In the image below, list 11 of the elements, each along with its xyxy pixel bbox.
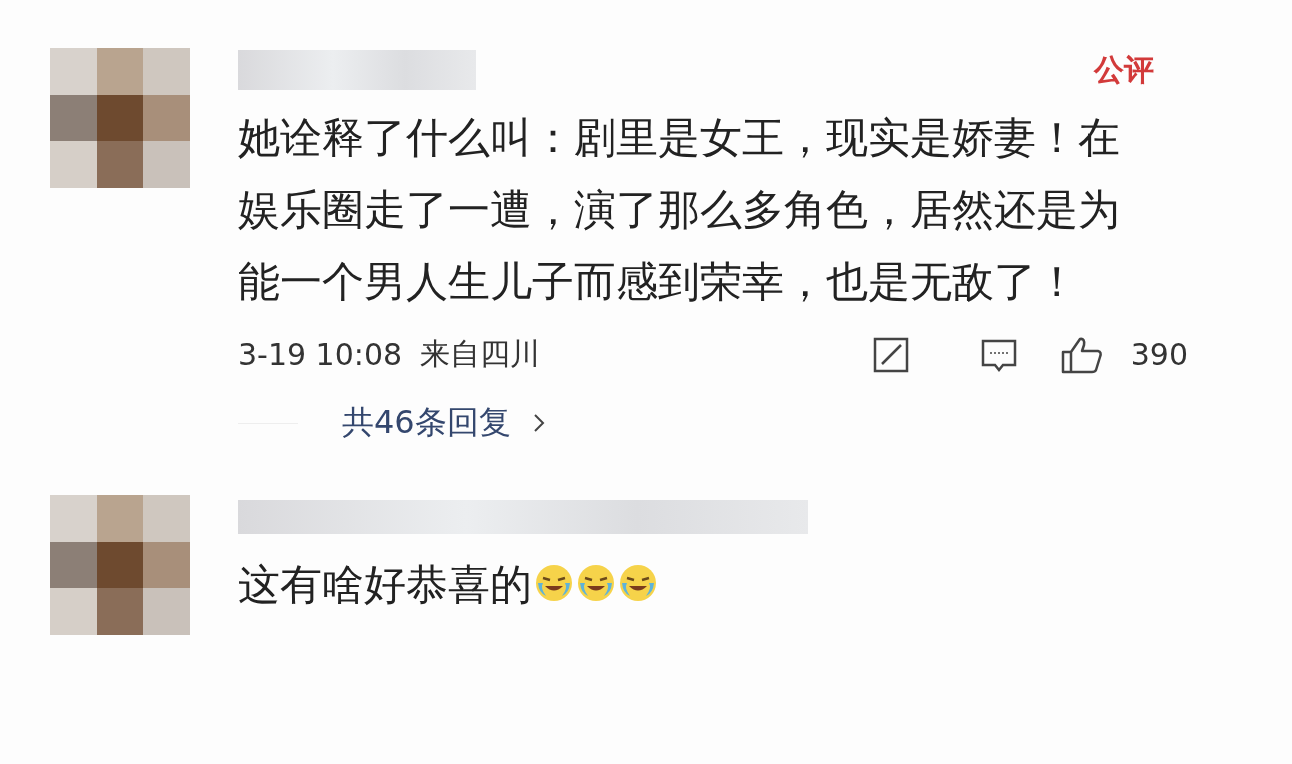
like-count: 390 bbox=[1130, 337, 1188, 372]
chevron-right-icon[interactable] bbox=[532, 413, 545, 433]
laughing-face-icon bbox=[576, 563, 616, 603]
location-text: 来自四川 bbox=[420, 335, 541, 373]
comment-text: 她诠释了什么叫：剧里是女王，现实是娇妻！在娱乐圈走了一遭，演了那么多角色，居然还是为能一个男人生儿子而感到荣幸，也是无敌了！ bbox=[238, 113, 1120, 306]
replies-link[interactable]: 共46条回复 bbox=[342, 401, 511, 445]
laughing-face-icon bbox=[534, 563, 574, 603]
laughing-face-icon bbox=[618, 563, 658, 603]
timestamp: 3-19 10:08 bbox=[238, 337, 403, 372]
comment-text: 这有啥好恭喜的 bbox=[238, 560, 532, 609]
rating-label: 公评 bbox=[1092, 52, 1155, 88]
